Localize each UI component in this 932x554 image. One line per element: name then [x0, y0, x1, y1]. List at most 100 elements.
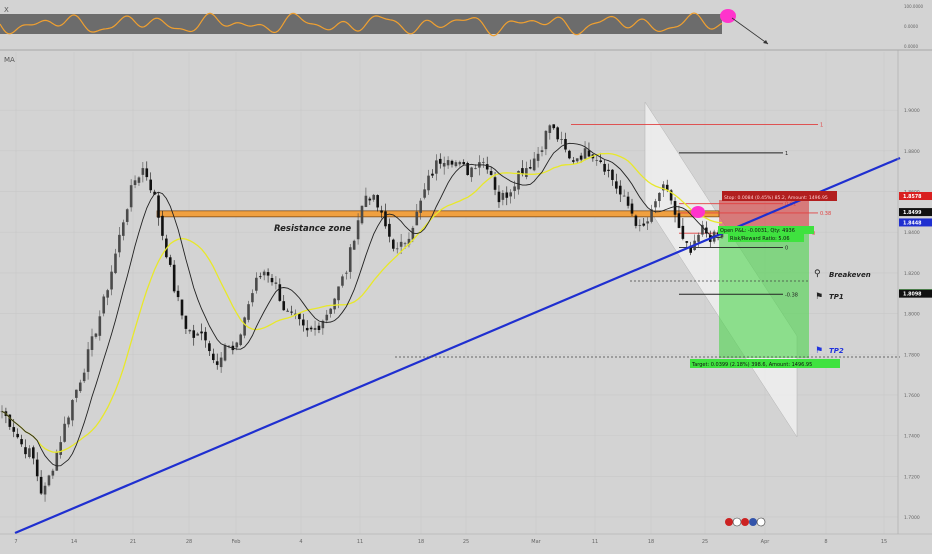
candle-body	[176, 290, 180, 298]
candle-body	[302, 319, 305, 326]
candle-body	[290, 311, 293, 313]
entry-marker[interactable]	[691, 206, 705, 218]
candle-body	[196, 333, 199, 336]
candle-body	[560, 139, 563, 140]
event-icon[interactable]	[741, 518, 749, 526]
indicator-axis-label: 0.0000	[904, 44, 918, 49]
candle-body	[28, 448, 31, 457]
indicator-label: X	[4, 6, 9, 14]
candle-body	[638, 225, 642, 226]
candle-body	[161, 215, 164, 236]
candle-body	[16, 433, 19, 438]
candle-body	[133, 180, 137, 186]
candle-body	[137, 177, 141, 183]
candle-body	[595, 159, 599, 161]
candle-body	[243, 317, 246, 336]
candle-body	[423, 189, 426, 198]
candle-body	[364, 195, 368, 207]
candle-body	[388, 223, 391, 237]
candle-body	[372, 194, 376, 200]
candle-body	[305, 327, 309, 331]
event-icon[interactable]	[732, 517, 742, 527]
candle-body	[415, 211, 419, 226]
candle-body	[540, 150, 544, 152]
candle-body	[462, 162, 466, 165]
candle-body	[51, 470, 55, 476]
candle-body	[145, 168, 149, 178]
candle-body	[427, 175, 430, 191]
candle-body	[442, 162, 446, 167]
candle-body	[341, 276, 344, 286]
candle-body	[118, 234, 121, 253]
risk-reward-label: Risk/Reward Ratio: 5.06	[730, 236, 790, 242]
pin-icon: ⚲	[814, 269, 821, 279]
candle-body	[157, 195, 160, 218]
event-icon[interactable]	[756, 517, 766, 527]
event-icon[interactable]	[725, 518, 733, 526]
candle-body	[337, 286, 340, 301]
candle-body	[513, 186, 516, 191]
oscillator-marker[interactable]	[720, 9, 736, 23]
fib-level-label: 0.38	[820, 211, 831, 217]
price-tick-label: 1.7000	[904, 515, 920, 521]
candle-body	[446, 160, 450, 166]
candle-body	[110, 271, 113, 290]
candle-body	[102, 296, 106, 314]
candle-body	[212, 353, 215, 361]
candle-body	[90, 336, 94, 350]
candle-body	[658, 192, 661, 202]
candle-body	[536, 153, 540, 161]
candle-body	[266, 272, 270, 276]
candle-body	[583, 148, 587, 159]
candle-body	[235, 342, 239, 348]
candle-body	[470, 167, 473, 178]
target-label: Target: 0.0399 (2.18%) 398.6, Amount: 14…	[691, 362, 812, 368]
candle-body	[356, 220, 360, 240]
candle-body	[317, 325, 321, 330]
candle-body	[677, 213, 681, 228]
time-tick-label: 8	[824, 539, 827, 545]
candle-body	[685, 241, 689, 243]
candle-body	[251, 293, 254, 303]
candle-body	[626, 196, 630, 206]
candle-body	[435, 160, 438, 174]
candle-body	[352, 240, 356, 250]
main-pane-label: MA	[4, 56, 15, 64]
candle-body	[55, 452, 59, 471]
time-tick-label: 15	[881, 539, 887, 545]
trading-chart: X 100.0000 0.0000 0.0000 MA 110.610.3800…	[0, 0, 932, 550]
time-tick-label: Apr	[761, 539, 771, 545]
candle-body	[39, 476, 43, 494]
candle-body	[485, 164, 489, 170]
candle-body	[255, 277, 258, 291]
candle-body	[572, 160, 575, 162]
candle-body	[35, 459, 39, 477]
tp2-flag-icon: ⚑	[815, 346, 823, 356]
candle-body	[59, 442, 62, 455]
chart-stage: X 100.0000 0.0000 0.0000 MA 110.610.3800…	[0, 0, 932, 550]
time-tick-label: 28	[186, 539, 192, 545]
candle-body	[654, 201, 657, 208]
candle-body	[544, 130, 548, 150]
candle-body	[141, 168, 145, 175]
candle-body	[309, 327, 313, 330]
candle-body	[258, 276, 262, 278]
candle-body	[599, 160, 602, 162]
candle-body	[505, 192, 509, 198]
candle-body	[247, 304, 250, 320]
candle-body	[497, 191, 501, 203]
candle-body	[568, 150, 571, 159]
candle-body	[86, 349, 90, 372]
candle-body	[579, 155, 583, 160]
candle-body	[98, 316, 102, 336]
candle-body	[313, 327, 317, 330]
candle-body	[622, 195, 626, 197]
price-tick-label: 1.7200	[904, 474, 920, 480]
candle-body	[219, 357, 223, 368]
candle-body	[262, 271, 266, 276]
candle-body	[82, 372, 86, 382]
time-tick-label: Mar	[531, 539, 541, 545]
candle-body	[329, 308, 332, 314]
event-icon[interactable]	[749, 518, 757, 526]
candle-body	[493, 177, 497, 190]
